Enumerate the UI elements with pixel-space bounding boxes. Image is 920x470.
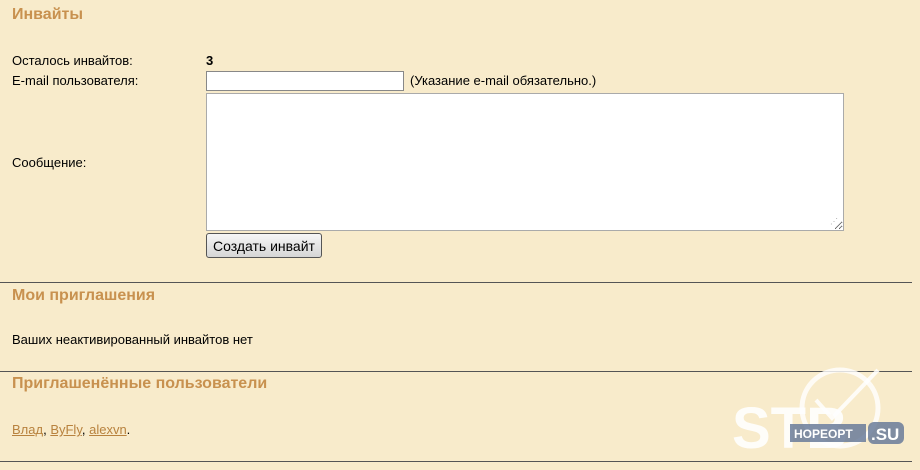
resize-grip-icon[interactable]: ⋰ <box>830 218 840 228</box>
invited-users-list: Влад, ByFly, alexvn. <box>12 422 130 437</box>
divider <box>0 282 912 283</box>
svg-text:.SU: .SU <box>871 425 899 444</box>
email-label: E-mail пользователя: <box>12 73 139 88</box>
svg-text:HOPEOPT: HOPEOPT <box>794 427 853 441</box>
remaining-value: 3 <box>206 53 214 68</box>
site-logo: STB HOPEOPT .SU <box>732 367 904 460</box>
separator: , <box>81 422 90 437</box>
user-link[interactable]: Влад <box>12 422 43 437</box>
create-invite-button[interactable]: Создать инвайт <box>206 233 322 258</box>
divider <box>0 461 912 462</box>
invites-title: Инвайты <box>12 6 84 23</box>
invited-users-title: Приглашенённые пользователи <box>12 375 268 392</box>
remaining-label: Осталось инвайтов: <box>12 53 133 68</box>
email-note: (Указание e-mail обязательно.) <box>410 73 597 88</box>
end-period: . <box>126 422 131 437</box>
email-field[interactable] <box>206 71 404 91</box>
my-invites-title: Мои приглашения <box>12 287 156 304</box>
my-invites-empty-text: Ваших неактивированный инвайтов нет <box>12 332 253 347</box>
user-link[interactable]: ByFly <box>50 422 82 437</box>
message-label: Сообщение: <box>12 155 87 170</box>
user-link[interactable]: alexvn <box>89 422 127 437</box>
message-textarea[interactable] <box>206 93 844 231</box>
